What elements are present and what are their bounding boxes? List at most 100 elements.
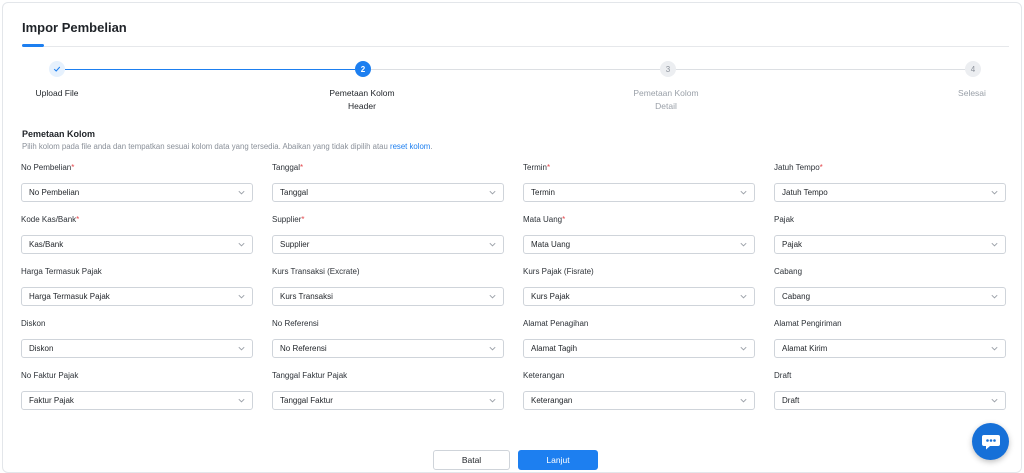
- column-select[interactable]: Kurs Pajak: [523, 287, 755, 306]
- cancel-button[interactable]: Batal: [433, 450, 510, 470]
- mapping-field: Keterangan Keterangan: [523, 371, 755, 410]
- field-label: Keterangan: [523, 371, 755, 383]
- field-label-text: Pajak: [774, 215, 795, 224]
- required-marker: *: [562, 215, 566, 224]
- chevron-down-icon: [238, 190, 245, 195]
- field-label-text: No Faktur Pajak: [21, 371, 79, 380]
- chevron-down-icon: [489, 294, 496, 299]
- mapping-field: Mata Uang* Mata Uang: [523, 215, 755, 254]
- mapping-field: No Faktur Pajak Faktur Pajak: [21, 371, 253, 410]
- field-label-text: Diskon: [21, 319, 46, 328]
- column-select[interactable]: Keterangan: [523, 391, 755, 410]
- column-select[interactable]: Draft: [774, 391, 1006, 410]
- field-label-text: Harga Termasuk Pajak: [21, 267, 102, 276]
- column-select-value: Kas/Bank: [29, 240, 64, 249]
- field-label-text: Kode Kas/Bank: [21, 215, 77, 224]
- column-select[interactable]: Diskon: [21, 339, 253, 358]
- column-select-value: No Pembelian: [29, 188, 80, 197]
- column-select[interactable]: Supplier: [272, 235, 504, 254]
- import-purchase-panel: Impor Pembelian 2 3 4 Upload File Pemeta…: [2, 2, 1022, 473]
- column-select-value: Tanggal Faktur: [280, 396, 333, 405]
- mapping-field: Cabang Cabang: [774, 267, 1006, 306]
- field-label: Diskon: [21, 319, 253, 331]
- step-3-indicator: 3: [660, 61, 676, 77]
- column-select[interactable]: Jatuh Tempo: [774, 183, 1006, 202]
- column-select[interactable]: Tanggal Faktur: [272, 391, 504, 410]
- column-select-value: No Referensi: [280, 344, 327, 353]
- mapping-field: Kurs Pajak (Fisrate) Kurs Pajak: [523, 267, 755, 306]
- column-select-value: Harga Termasuk Pajak: [29, 292, 110, 301]
- mapping-field: Alamat Penagihan Alamat Tagih: [523, 319, 755, 358]
- section-description-text: Pilih kolom pada file anda dan tempatkan…: [22, 142, 388, 151]
- required-marker: *: [301, 215, 305, 224]
- reset-columns-link[interactable]: reset kolom: [390, 142, 430, 151]
- field-label: Kode Kas/Bank*: [21, 215, 253, 227]
- step-2-indicator: 2: [355, 61, 371, 77]
- column-select[interactable]: Kas/Bank: [21, 235, 253, 254]
- section-description: Pilih kolom pada file anda dan tempatkan…: [22, 142, 432, 151]
- column-select[interactable]: Faktur Pajak: [21, 391, 253, 410]
- section-description-end: .: [430, 142, 433, 151]
- mapping-field: Tanggal* Tanggal: [272, 163, 504, 202]
- chevron-down-icon: [489, 242, 496, 247]
- required-marker: *: [547, 163, 551, 172]
- step-4-indicator: 4: [965, 61, 981, 77]
- step-2-label: Pemetaan Kolom Header: [329, 88, 395, 111]
- field-label-text: No Referensi: [272, 319, 319, 328]
- column-select[interactable]: Cabang: [774, 287, 1006, 306]
- mapping-field: Termin* Termin: [523, 163, 755, 202]
- column-select-value: Cabang: [782, 292, 811, 301]
- field-label: Cabang: [774, 267, 1006, 279]
- column-select-value: Keterangan: [531, 396, 573, 405]
- column-select[interactable]: Tanggal: [272, 183, 504, 202]
- column-select-value: Kurs Transaksi: [280, 292, 333, 301]
- field-label: No Faktur Pajak: [21, 371, 253, 383]
- chevron-down-icon: [991, 242, 998, 247]
- mapping-field: Supplier* Supplier: [272, 215, 504, 254]
- field-label: Harga Termasuk Pajak: [21, 267, 253, 279]
- column-select-value: Mata Uang: [531, 240, 571, 249]
- chevron-down-icon: [740, 294, 747, 299]
- field-label-text: Tanggal: [272, 163, 301, 172]
- column-select-value: Kurs Pajak: [531, 292, 570, 301]
- mapping-field: Draft Draft: [774, 371, 1006, 410]
- column-select[interactable]: Mata Uang: [523, 235, 755, 254]
- chevron-down-icon: [740, 190, 747, 195]
- column-select[interactable]: Kurs Transaksi: [272, 287, 504, 306]
- field-label: Tanggal Faktur Pajak: [272, 371, 504, 383]
- column-select-value: Alamat Kirim: [782, 344, 828, 353]
- step-connector-1: [65, 69, 355, 70]
- chevron-down-icon: [991, 190, 998, 195]
- column-select[interactable]: No Referensi: [272, 339, 504, 358]
- field-label: Alamat Pengiriman: [774, 319, 1006, 331]
- column-select[interactable]: No Pembelian: [21, 183, 253, 202]
- step-4-label: Selesai: [958, 88, 986, 98]
- chevron-down-icon: [991, 346, 998, 351]
- check-icon: [53, 66, 61, 72]
- step-connector-2: [371, 69, 660, 70]
- field-label-text: Mata Uang: [523, 215, 563, 224]
- mapping-field: Alamat Pengiriman Alamat Kirim: [774, 319, 1006, 358]
- column-select[interactable]: Pajak: [774, 235, 1006, 254]
- chevron-down-icon: [238, 398, 245, 403]
- field-label: No Referensi: [272, 319, 504, 331]
- mapping-field: Diskon Diskon: [21, 319, 253, 358]
- field-label-text: Kurs Transaksi (Excrate): [272, 267, 360, 276]
- chat-button[interactable]: [972, 423, 1009, 460]
- field-label-text: Draft: [774, 371, 792, 380]
- column-select[interactable]: Alamat Kirim: [774, 339, 1006, 358]
- column-select-value: Draft: [782, 396, 800, 405]
- page-title: Impor Pembelian: [22, 20, 127, 35]
- column-select-value: Jatuh Tempo: [782, 188, 828, 197]
- mapping-field: Harga Termasuk Pajak Harga Termasuk Pajak: [21, 267, 253, 306]
- column-select[interactable]: Alamat Tagih: [523, 339, 755, 358]
- step-1-label: Upload File: [35, 88, 79, 98]
- field-label: Tanggal*: [272, 163, 504, 175]
- field-label-text: Alamat Penagihan: [523, 319, 589, 328]
- column-select-value: Alamat Tagih: [531, 344, 578, 353]
- next-button[interactable]: Lanjut: [518, 450, 598, 470]
- field-label-text: Jatuh Tempo: [774, 163, 820, 172]
- column-select[interactable]: Termin: [523, 183, 755, 202]
- mapping-field: Kode Kas/Bank* Kas/Bank: [21, 215, 253, 254]
- column-select[interactable]: Harga Termasuk Pajak: [21, 287, 253, 306]
